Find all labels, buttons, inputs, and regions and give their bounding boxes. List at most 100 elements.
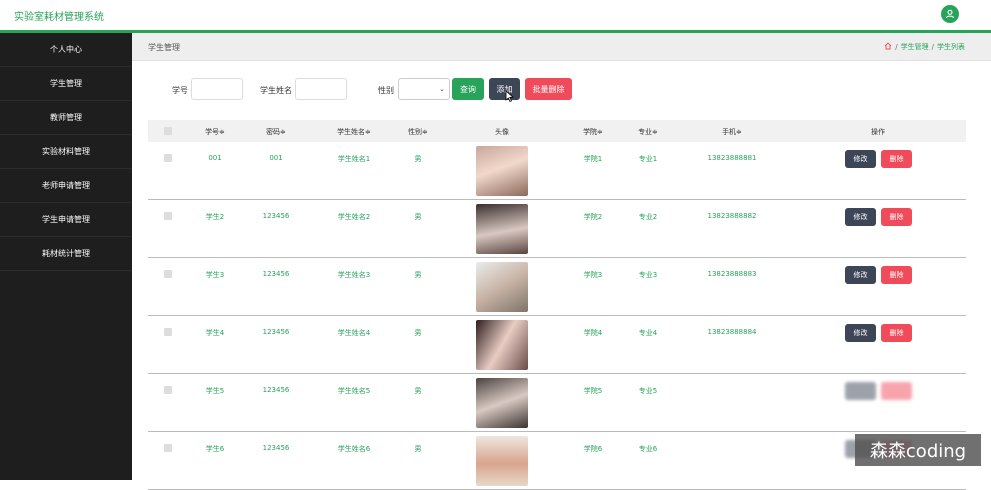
cell-student-name: 学生姓名5 <box>337 387 371 395</box>
user-avatar-icon[interactable] <box>941 5 959 23</box>
cell-student-name: 学生姓名4 <box>337 329 371 337</box>
header-major[interactable]: 专业≑ <box>638 127 658 137</box>
cell-password: 001 <box>269 154 283 162</box>
cell-student-no: 学生2 <box>205 213 225 221</box>
sidebar-item-label: 个人中心 <box>50 45 82 54</box>
page-title: 学生管理 <box>148 43 180 52</box>
edit-button[interactable] <box>845 382 876 400</box>
cell-college: 学院6 <box>583 445 603 453</box>
sidebar-item-teacher-management[interactable]: 教师管理 <box>0 101 132 135</box>
student-photo <box>476 320 528 370</box>
cell-phone: 13823888884 <box>707 328 757 336</box>
header-actions: 操作 <box>871 128 885 136</box>
cell-gender: 男 <box>414 155 422 163</box>
cell-student-name: 学生姓名1 <box>337 155 371 163</box>
select-all-checkbox[interactable] <box>164 127 172 135</box>
breadcrumb-separator: / <box>895 43 898 51</box>
breadcrumb: / 学生管理 / 学生列表 <box>884 42 965 52</box>
header-gender[interactable]: 性别≑ <box>408 127 428 137</box>
sidebar: 个人中心 学生管理 教师管理 实验材料管理 老师申请管理 学生申请管理 耗材统计… <box>0 33 132 480</box>
header-phone[interactable]: 手机≑ <box>722 127 742 137</box>
edit-button[interactable]: 修改 <box>845 324 876 342</box>
breadcrumb-item: 学生列表 <box>937 43 965 51</box>
breadcrumb-separator: / <box>931 43 934 51</box>
table-row: 学生6 123456 学生姓名6 男 学院6 专业6 <box>148 432 966 490</box>
sidebar-item-student-applications[interactable]: 学生申请管理 <box>0 203 132 237</box>
cell-student-no: 学生4 <box>205 329 225 337</box>
cell-major: 专业3 <box>638 271 658 279</box>
chevron-down-icon: ⌄ <box>439 85 445 93</box>
header-student-name[interactable]: 学生姓名≑ <box>337 127 371 137</box>
student-table: 学号≑ 密码≑ 学生姓名≑ 性别≑ 头像 学院≑ 专业≑ 手机≑ 操作 001 … <box>148 120 966 490</box>
student-photo <box>476 378 528 428</box>
cell-major: 专业5 <box>638 387 658 395</box>
header-college[interactable]: 学院≑ <box>583 127 603 137</box>
cell-gender: 男 <box>414 387 422 395</box>
sidebar-item-teacher-applications[interactable]: 老师申请管理 <box>0 169 132 203</box>
delete-button[interactable]: 删除 <box>881 266 912 284</box>
row-checkbox[interactable] <box>164 328 172 336</box>
cell-password: 123456 <box>262 212 290 220</box>
sidebar-item-student-management[interactable]: 学生管理 <box>0 67 132 101</box>
cell-college: 学院5 <box>583 387 603 395</box>
student-photo <box>476 262 528 312</box>
student-name-label: 学生姓名 <box>260 86 292 95</box>
edit-button[interactable]: 修改 <box>845 266 876 284</box>
delete-button[interactable]: 删除 <box>881 324 912 342</box>
cell-password: 123456 <box>262 386 290 394</box>
header-password[interactable]: 密码≑ <box>266 127 286 137</box>
student-photo <box>476 146 528 196</box>
cell-gender: 男 <box>414 445 422 453</box>
breadcrumb-item[interactable]: 学生管理 <box>901 42 929 52</box>
table-row: 学生4 123456 学生姓名4 男 学院4 专业4 13823888884 修… <box>148 316 966 374</box>
cell-major: 专业2 <box>638 213 658 221</box>
sidebar-item-consumable-stats[interactable]: 耗材统计管理 <box>0 237 132 271</box>
row-checkbox[interactable] <box>164 212 172 220</box>
cell-college: 学院3 <box>583 271 603 279</box>
cell-gender: 男 <box>414 271 422 279</box>
app-title: 实验室耗材管理系统 <box>14 12 104 23</box>
table-row: 001 001 学生姓名1 男 学院1 专业1 13823888881 修改 删… <box>148 142 966 200</box>
sidebar-item-materials-management[interactable]: 实验材料管理 <box>0 135 132 169</box>
top-bar: 实验室耗材管理系统 <box>0 0 991 33</box>
sidebar-item-label: 学生管理 <box>50 79 82 88</box>
sidebar-item-personal-center[interactable]: 个人中心 <box>0 33 132 67</box>
gender-select[interactable]: ⌄ <box>398 78 450 100</box>
student-no-input[interactable] <box>191 78 243 100</box>
header-avatar: 头像 <box>495 128 509 136</box>
query-button[interactable]: 查询 <box>452 78 484 100</box>
cell-phone: 13823888883 <box>707 270 757 278</box>
delete-button[interactable]: 删除 <box>881 150 912 168</box>
cell-student-no: 学生5 <box>205 387 225 395</box>
cell-student-no: 001 <box>208 154 222 162</box>
row-checkbox[interactable] <box>164 444 172 452</box>
sidebar-item-label: 耗材统计管理 <box>42 249 90 258</box>
table-row: 学生2 123456 学生姓名2 男 学院2 专业2 13823888882 修… <box>148 200 966 258</box>
row-checkbox[interactable] <box>164 270 172 278</box>
cell-student-name: 学生姓名3 <box>337 271 371 279</box>
sidebar-item-label: 实验材料管理 <box>42 147 90 156</box>
cell-password: 123456 <box>262 444 290 452</box>
student-name-input[interactable] <box>295 78 347 100</box>
table-row: 学生5 123456 学生姓名5 男 学院5 专业5 <box>148 374 966 432</box>
home-icon[interactable] <box>884 42 892 52</box>
edit-button[interactable]: 修改 <box>845 208 876 226</box>
row-checkbox[interactable] <box>164 386 172 394</box>
cell-major: 专业6 <box>638 445 658 453</box>
cell-student-no: 学生6 <box>205 445 225 453</box>
header-student-no[interactable]: 学号≑ <box>205 127 225 137</box>
watermark: 森森coding <box>855 434 981 466</box>
student-photo <box>476 204 528 254</box>
batch-delete-button[interactable]: 批量删除 <box>525 78 572 100</box>
cell-student-name: 学生姓名2 <box>337 213 371 221</box>
cell-password: 123456 <box>262 328 290 336</box>
delete-button[interactable] <box>881 382 912 400</box>
delete-button[interactable]: 删除 <box>881 208 912 226</box>
sidebar-item-label: 学生申请管理 <box>42 215 90 224</box>
gender-label: 性别 <box>378 86 394 95</box>
page-header: 学生管理 / 学生管理 / 学生列表 <box>132 33 991 61</box>
cell-college: 学院1 <box>583 155 603 163</box>
table-row: 学生3 123456 学生姓名3 男 学院3 专业3 13823888883 修… <box>148 258 966 316</box>
edit-button[interactable]: 修改 <box>845 150 876 168</box>
row-checkbox[interactable] <box>164 154 172 162</box>
